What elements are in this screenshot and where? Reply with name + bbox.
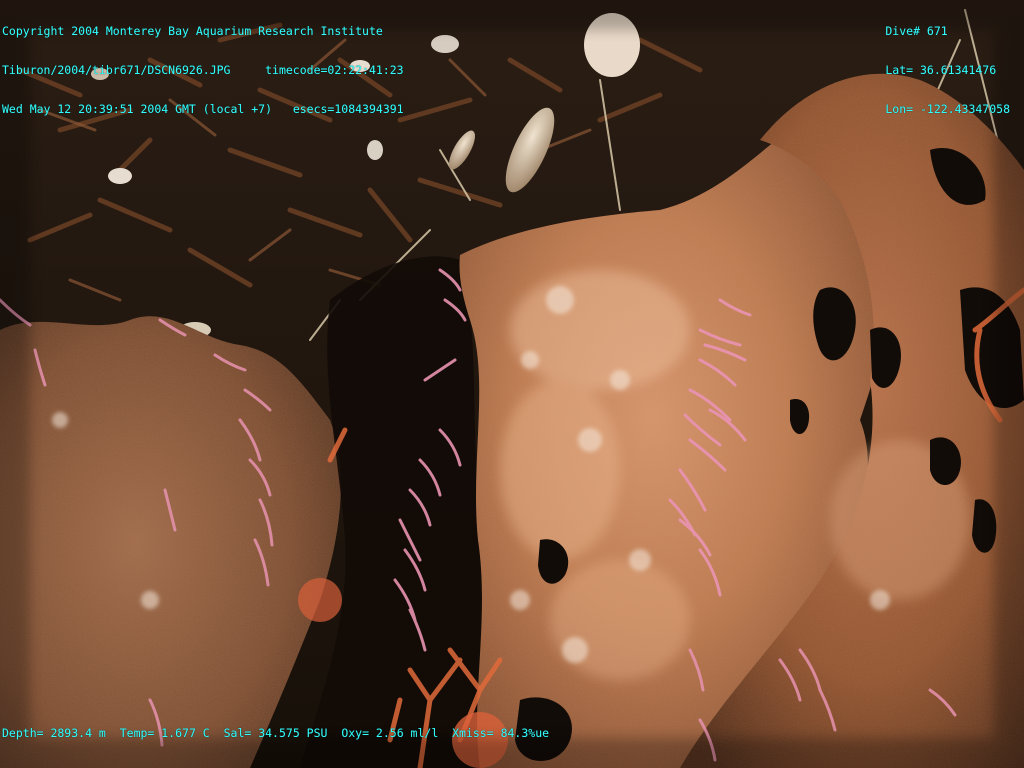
underwater-photo-frame: Copyright 2004 Monterey Bay Aquarium Res… bbox=[0, 0, 1024, 768]
sensor-readings: Depth= 2893.4 m Temp= 1.677 C Sal= 34.57… bbox=[2, 727, 549, 740]
esecs-text: esecs=1084394391 bbox=[292, 102, 404, 116]
longitude-text: Lon= -122.43347058 bbox=[885, 102, 1010, 116]
file-path-text: Tiburon/2004/tibr671/DSCN6926.JPG bbox=[2, 63, 231, 77]
salinity-text: Sal= 34.575 PSU bbox=[223, 726, 328, 740]
date-and-esecs: Wed May 12 20:39:51 2004 GMT (local +7) … bbox=[2, 103, 404, 116]
depth-text: Depth= 2893.4 m bbox=[2, 726, 106, 740]
latitude-text: Lat= 36.61341476 bbox=[885, 63, 997, 77]
oxygen-text: Oxy= 2.56 ml/l bbox=[341, 726, 439, 740]
copyright-text: Copyright 2004 Monterey Bay Aquarium Res… bbox=[2, 24, 383, 38]
file-and-timecode: Tiburon/2004/tibr671/DSCN6926.JPG timeco… bbox=[2, 64, 404, 77]
sensor-overlay-bottom: Depth= 2893.4 m Temp= 1.677 C Sal= 34.57… bbox=[2, 701, 549, 766]
transmissometer-text: Xmiss= 84.3%ue bbox=[452, 726, 550, 740]
timecode-text: timecode=02:22:41:23 bbox=[265, 63, 404, 77]
dive-number-text: Dive# 671 bbox=[885, 24, 948, 38]
temperature-text: Temp= 1.677 C bbox=[119, 726, 210, 740]
metadata-overlay-top-right: Dive# 671 Lat= 36.61341476 Lon= -122.433… bbox=[885, 0, 1010, 142]
date-text: Wed May 12 20:39:51 2004 GMT (local +7) bbox=[2, 102, 273, 116]
metadata-overlay-top-left: Copyright 2004 Monterey Bay Aquarium Res… bbox=[2, 0, 404, 142]
